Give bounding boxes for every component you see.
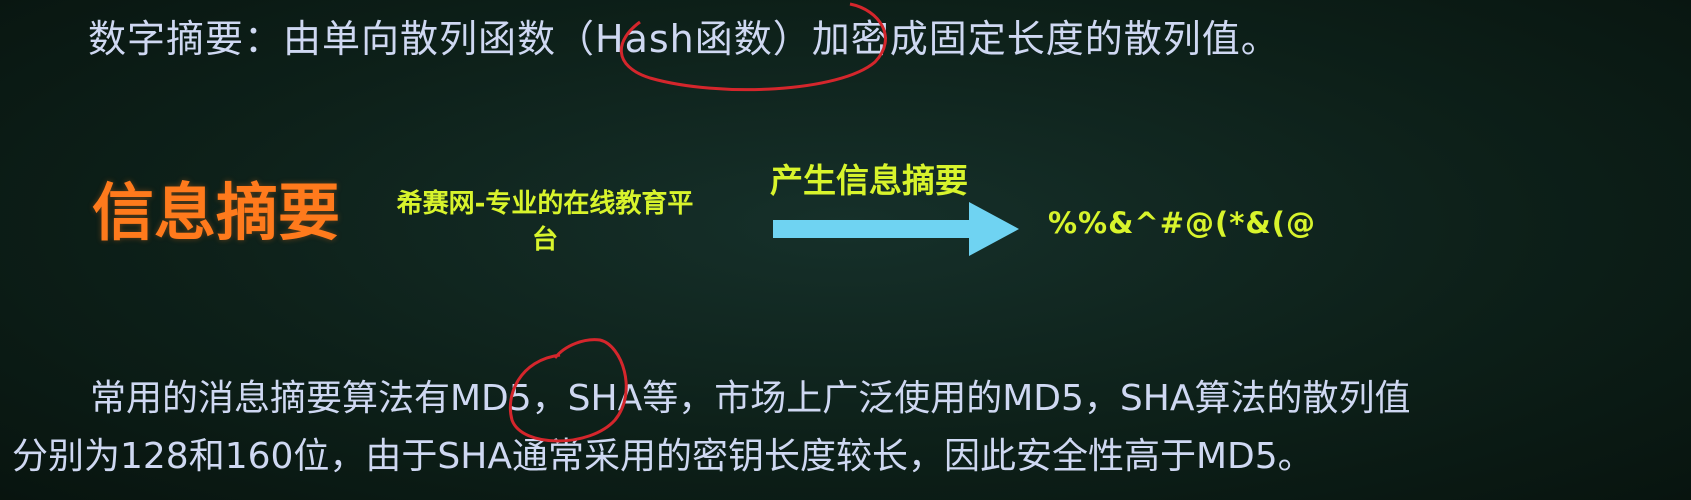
arrow-label: 产生信息摘要 [770, 161, 968, 200]
slide: 数字摘要：由单向散列函数（Hash函数）加密成固定长度的散列值。 信息摘要 希赛… [0, 0, 1691, 500]
description-paragraph: 常用的消息摘要算法有MD5，SHA等，市场上广泛使用的MD5，SHA算法的散列值… [12, 370, 1682, 486]
digest-value: %%&^#@(*&(@ [1048, 206, 1316, 240]
paragraph-line-2: 分别为128和160位，由于SHA通常采用的密钥长度较长，因此安全性高于MD5。 [12, 436, 1314, 477]
right-arrow-icon [773, 202, 1019, 256]
section-title: 信息摘要 [92, 176, 341, 249]
arrow-shape [773, 202, 1019, 256]
source-text: 希赛网-专业的在线教育平台 [396, 189, 694, 255]
definition-text: 数字摘要：由单向散列函数（Hash函数）加密成固定长度的散列值。 [88, 17, 1280, 61]
paragraph-line-1: 常用的消息摘要算法有MD5，SHA等，市场上广泛使用的MD5，SHA算法的散列值 [90, 378, 1411, 419]
